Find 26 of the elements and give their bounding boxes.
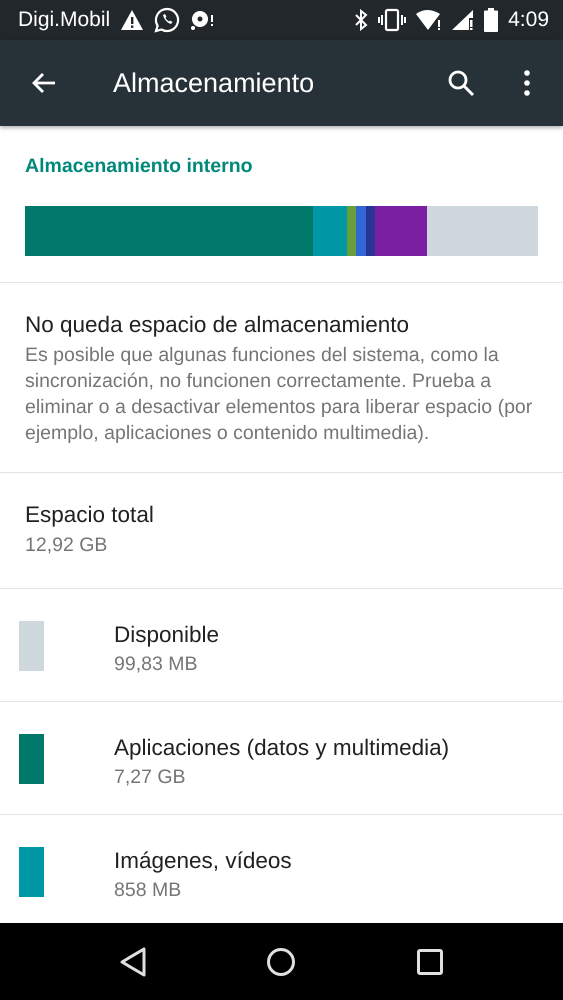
back-nav-button[interactable] bbox=[120, 946, 146, 976]
section-header: Almacenamiento interno bbox=[25, 155, 254, 178]
battery-icon bbox=[484, 8, 498, 32]
signal-icon bbox=[452, 9, 474, 31]
wifi-icon bbox=[416, 9, 442, 31]
warning-title: No queda espacio de almacenamiento bbox=[25, 311, 410, 339]
warning-icon bbox=[120, 9, 144, 31]
back-arrow-icon bbox=[31, 72, 57, 94]
screen-title: Almacenamiento bbox=[113, 68, 316, 98]
category-name[interactable]: Disponible bbox=[114, 620, 220, 650]
recents-button[interactable] bbox=[416, 948, 443, 974]
warning-text: Es posible que algunas funciones del sistema, como la sincronización, no funcionen correctamente. Prueba a eliminar o a desactivar elementos para liberar espacio (por ejemplo, aplicaciones o contenido multimedia). bbox=[25, 343, 534, 446]
carrier-name: Digi.Mobil bbox=[18, 8, 110, 32]
total-value: 12,92 GB bbox=[25, 533, 108, 558]
category-size: 99,83 MB bbox=[114, 652, 198, 677]
chat-icon bbox=[154, 7, 180, 33]
category-size: 7,27 GB bbox=[114, 765, 187, 790]
total-label: Espacio total bbox=[25, 501, 155, 529]
bluetooth-icon bbox=[354, 9, 368, 31]
category-size: 858 MB bbox=[114, 878, 182, 903]
category-name[interactable]: Aplicaciones (datos y multimedia) bbox=[114, 733, 450, 763]
vibrate-icon bbox=[378, 8, 406, 32]
home-button[interactable] bbox=[266, 946, 296, 976]
category-name[interactable]: Imágenes, vídeos bbox=[114, 846, 292, 876]
more-options-icon bbox=[524, 70, 530, 96]
clock-time: 4:09 bbox=[508, 8, 549, 32]
